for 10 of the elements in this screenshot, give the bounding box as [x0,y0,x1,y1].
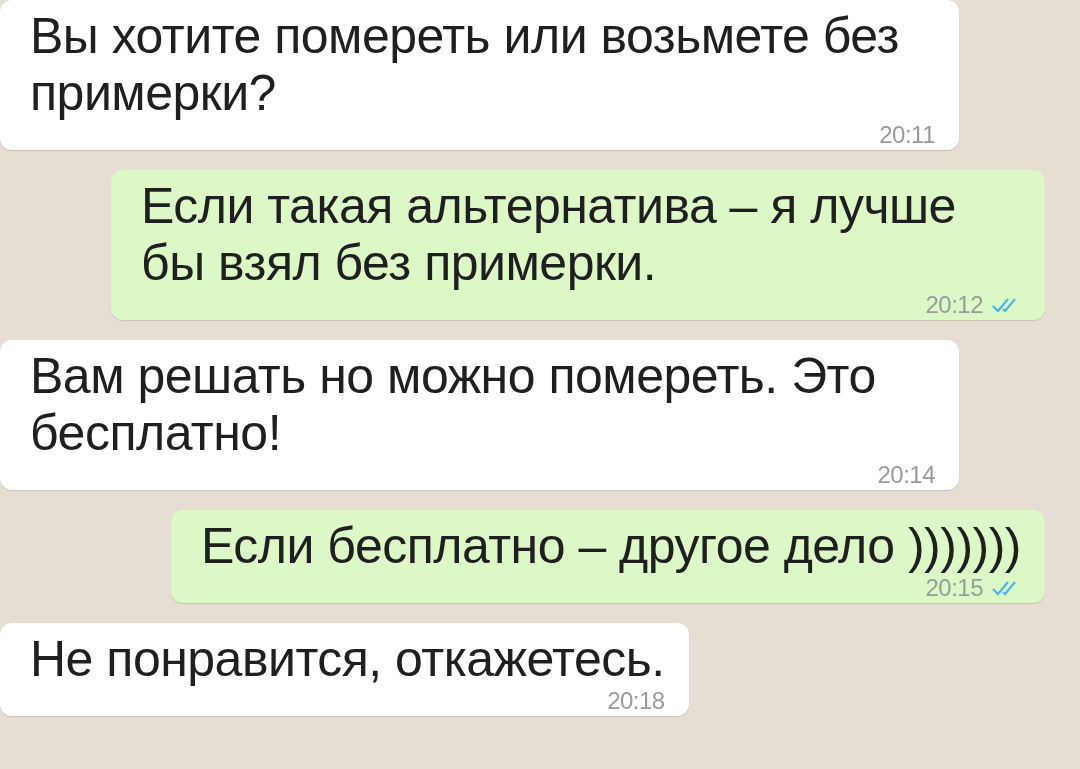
message-text: Если такая альтернатива – я лучше бы взял без примерки. [141,178,956,291]
message-text: Вы хотите помереть или возьмете без примерки? [30,8,899,121]
message-time: 20:12 [925,293,983,317]
message-text: Не понравится, откажетесь. [30,631,665,687]
message-time: 20:14 [877,463,935,487]
message-time: 20:11 [879,123,935,147]
message-text: Вам решать но можно помереть. Это бесплатно! [30,348,876,461]
message-text: Если бесплатно – другое дело ))))))) [201,518,1021,574]
message-time: 20:18 [607,689,665,713]
message-time: 20:15 [925,576,983,600]
